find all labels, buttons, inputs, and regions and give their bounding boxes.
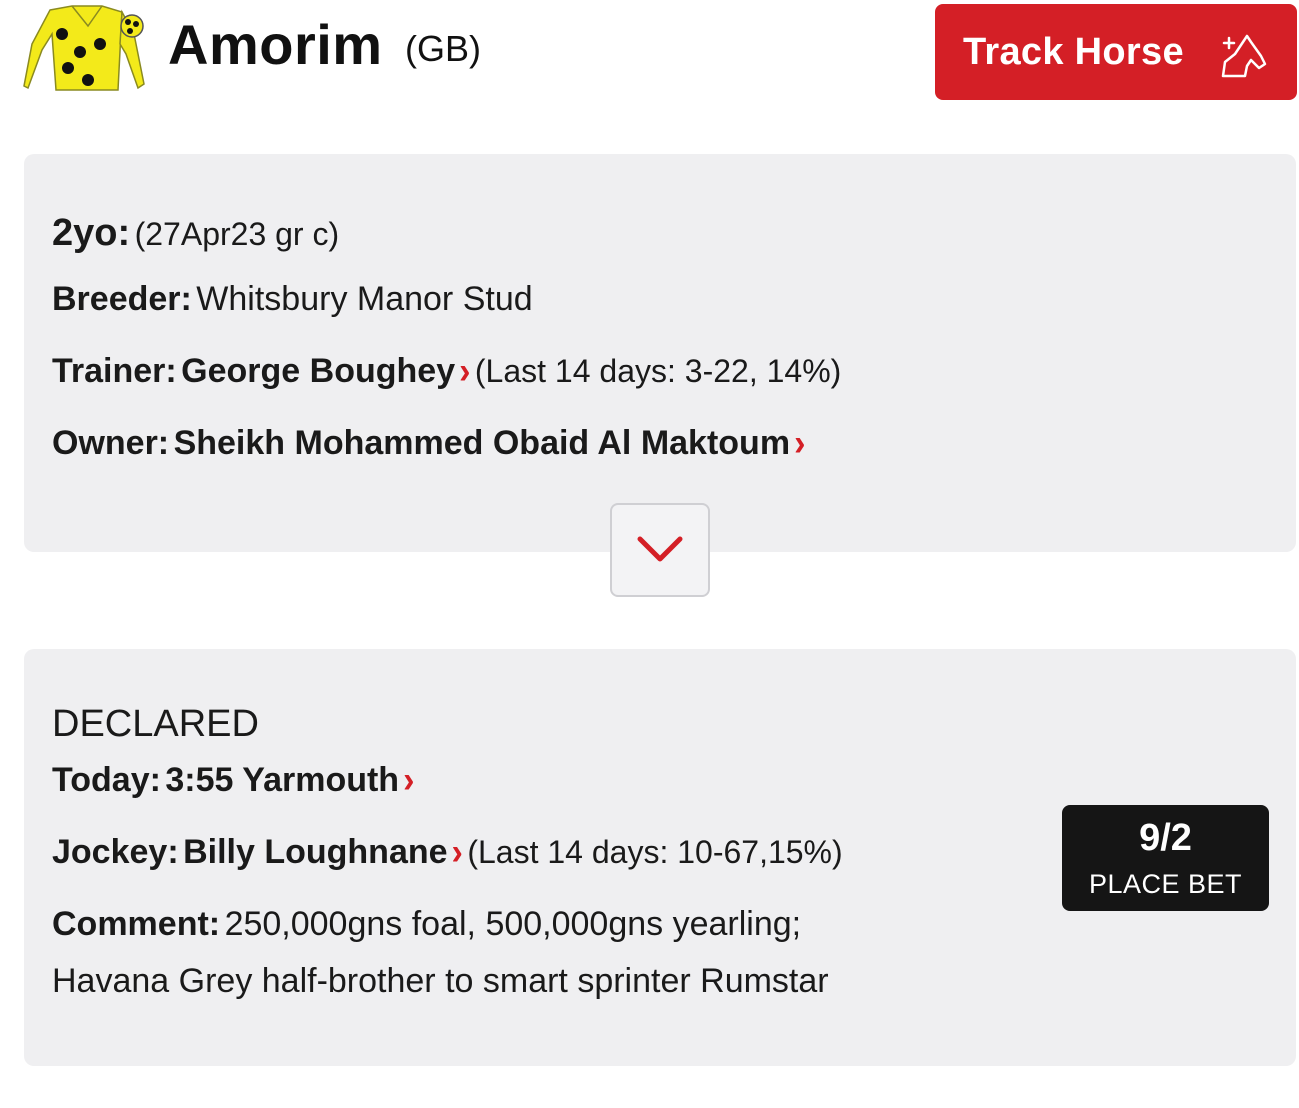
age-value: (27Apr23 gr c) — [134, 216, 340, 252]
bet-odds: 9/2 — [1139, 817, 1192, 859]
place-bet-button[interactable]: 9/2 PLACE BET — [1062, 805, 1269, 911]
comment-line-2: Havana Grey half-brother to smart sprint… — [52, 962, 829, 1000]
jockey-silks-icon — [23, 5, 145, 91]
comment-label: Comment: — [52, 905, 221, 943]
comment-line-1: 250,000gns foal, 500,000gns yearling; — [224, 905, 802, 943]
owner-link[interactable]: Sheikh Mohammed Obaid Al Maktoum › — [174, 422, 806, 464]
breeder-value: Whitsbury Manor Stud — [196, 280, 533, 318]
race-link[interactable]: 3:55 Yarmouth › — [165, 759, 414, 801]
owner-row: Owner: Sheikh Mohammed Obaid Al Maktoum › — [52, 422, 806, 464]
entry-status: DECLARED — [52, 703, 259, 745]
owner-label: Owner: — [52, 424, 170, 462]
horse-header: Amorim (GB) Track Horse — [0, 0, 1299, 110]
trainer-name[interactable]: George Boughey — [181, 352, 455, 390]
jockey-name[interactable]: Billy Loughnane — [183, 833, 447, 871]
trainer-label: Trainer: — [52, 352, 177, 390]
today-race[interactable]: 3:55 Yarmouth — [165, 761, 399, 799]
horse-details-card: 2yo: (27Apr23 gr c) Breeder: Whitsbury M… — [24, 154, 1296, 552]
track-horse-button[interactable]: Track Horse — [935, 4, 1297, 100]
horse-country: (GB) — [405, 28, 481, 69]
breeder-label: Breeder: — [52, 280, 192, 318]
owner-name[interactable]: Sheikh Mohammed Obaid Al Maktoum — [174, 424, 790, 462]
status-row: DECLARED — [52, 703, 259, 746]
jockey-row: Jockey: Billy Loughnane › (Last 14 days: … — [52, 831, 843, 873]
trainer-row: Trainer: George Boughey › (Last 14 days: … — [52, 350, 842, 392]
breeder-row: Breeder: Whitsbury Manor Stud — [52, 280, 533, 319]
chevron-right-icon: › — [403, 759, 415, 801]
chevron-right-icon: › — [794, 422, 806, 464]
trainer-link[interactable]: George Boughey › — [181, 350, 475, 392]
chevron-right-icon: › — [459, 350, 471, 392]
trainer-stats: (Last 14 days: 3-22, 14%) — [474, 353, 842, 389]
age-label: 2yo: — [52, 212, 131, 254]
chevron-right-icon: › — [451, 831, 463, 873]
horse-name: Amorim — [168, 13, 383, 76]
today-label: Today: — [52, 761, 161, 799]
track-horse-label: Track Horse — [963, 30, 1184, 73]
chevron-down-icon — [637, 536, 683, 562]
age-row: 2yo: (27Apr23 gr c) — [52, 212, 339, 255]
comment-row: Comment: 250,000gns foal, 500,000gns yea… — [52, 905, 801, 944]
jockey-stats: (Last 14 days: 10-67,15%) — [467, 834, 843, 870]
jockey-label: Jockey: — [52, 833, 179, 871]
horse-plus-icon — [1221, 34, 1267, 78]
today-row: Today: 3:55 Yarmouth › — [52, 759, 414, 801]
jockey-link[interactable]: Billy Loughnane › — [183, 831, 467, 873]
comment-row-2: Havana Grey half-brother to smart sprint… — [52, 962, 829, 1001]
place-bet-label: PLACE BET — [1088, 869, 1243, 899]
expand-details-button[interactable] — [610, 503, 710, 597]
